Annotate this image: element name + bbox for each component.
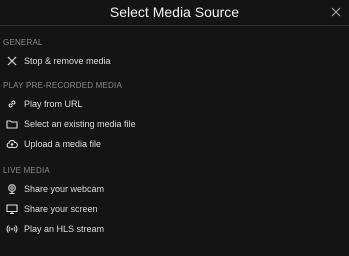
play-hls-stream-item[interactable]: Play an HLS stream (0, 219, 349, 239)
select-existing-media-item[interactable]: Select an existing media file (0, 114, 349, 134)
section-general: GENERAL Stop & remove media (0, 38, 349, 71)
stop-remove-media-item[interactable]: Stop & remove media (0, 51, 349, 71)
close-dialog-button[interactable] (329, 5, 343, 19)
webcam-icon (6, 183, 18, 195)
item-label: Share your screen (24, 204, 98, 214)
section-prerecorded: PLAY PRE-RECORDED MEDIA Play from URL Se… (0, 81, 349, 154)
section-heading-prerecorded: PLAY PRE-RECORDED MEDIA (3, 81, 122, 90)
monitor-icon (6, 203, 18, 215)
close-icon (329, 5, 343, 19)
item-label: Play an HLS stream (24, 224, 105, 234)
broadcast-icon (6, 223, 18, 235)
item-label: Stop & remove media (24, 56, 111, 66)
section-live-media: LIVE MEDIA Share your webcam Share your … (0, 166, 349, 239)
dialog-header: Select Media Source (0, 0, 349, 26)
share-screen-item[interactable]: Share your screen (0, 199, 349, 219)
share-webcam-item[interactable]: Share your webcam (0, 179, 349, 199)
item-label: Play from URL (24, 99, 83, 109)
item-label: Share your webcam (24, 184, 105, 194)
close-icon (6, 55, 18, 67)
item-label: Select an existing media file (24, 119, 136, 129)
cloud-upload-icon (6, 138, 18, 150)
section-heading-general: GENERAL (3, 38, 43, 47)
play-from-url-item[interactable]: Play from URL (0, 94, 349, 114)
upload-media-file-item[interactable]: Upload a media file (0, 134, 349, 154)
folder-icon (6, 118, 18, 130)
section-heading-live: LIVE MEDIA (3, 166, 50, 175)
item-label: Upload a media file (24, 139, 102, 149)
dialog-title: Select Media Source (109, 4, 240, 20)
link-icon (6, 98, 18, 110)
